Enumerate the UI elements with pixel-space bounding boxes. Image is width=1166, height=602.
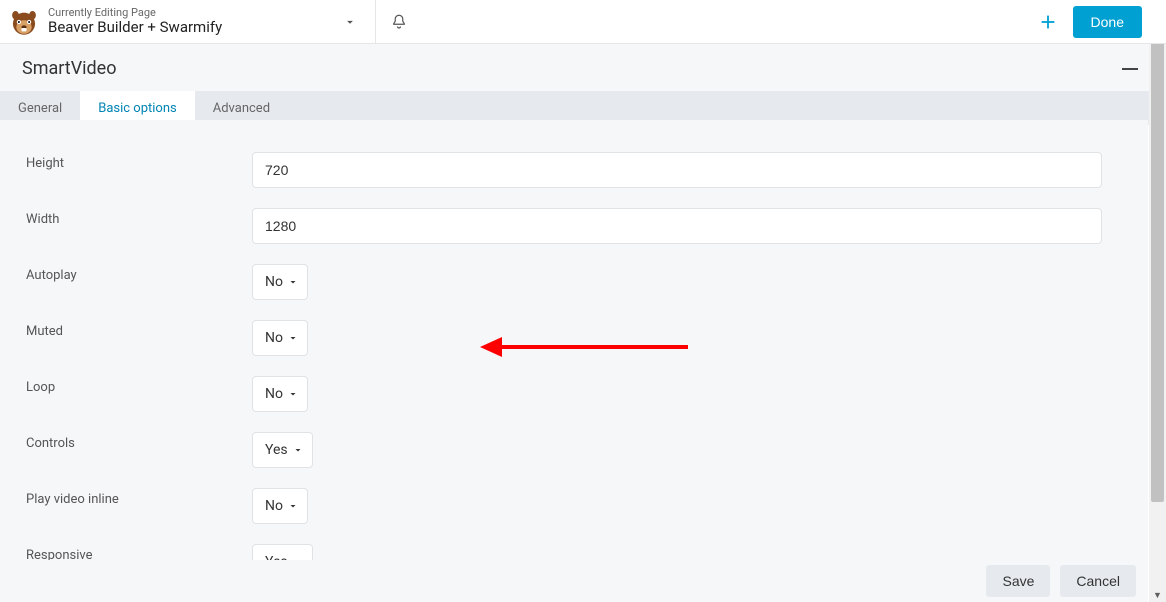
editing-text: Currently Editing Page Beaver Builder + … [48, 7, 222, 37]
page-selector[interactable]: Currently Editing Page Beaver Builder + … [0, 0, 376, 43]
chevron-down-icon [292, 444, 304, 456]
autoplay-value: No [265, 274, 283, 290]
collapse-button[interactable] [1116, 62, 1144, 76]
scroll-thumb[interactable] [1151, 14, 1164, 502]
width-label: Width [0, 208, 252, 227]
row-responsive: Responsive Yes [0, 534, 1148, 560]
row-autoplay: Autoplay No [0, 254, 1148, 310]
autoplay-label: Autoplay [0, 264, 252, 283]
loop-label: Loop [0, 376, 252, 395]
page-title: Beaver Builder + Swarmify [48, 19, 222, 36]
save-button[interactable]: Save [986, 565, 1050, 597]
controls-label: Controls [0, 432, 252, 451]
done-button[interactable]: Done [1073, 6, 1142, 38]
row-play-inline: Play video inline No [0, 478, 1148, 534]
height-input[interactable] [252, 152, 1102, 188]
muted-label: Muted [0, 320, 252, 339]
controls-value: Yes [265, 442, 288, 458]
footer: Save Cancel [0, 560, 1148, 602]
chevron-down-icon [287, 500, 299, 512]
minus-icon [1122, 68, 1138, 70]
chevron-down-icon [287, 388, 299, 400]
autoplay-select[interactable]: No [252, 264, 308, 300]
loop-value: No [265, 386, 283, 402]
panel-header: SmartVideo [0, 44, 1166, 91]
muted-value: No [265, 330, 283, 346]
chevron-down-icon [287, 276, 299, 288]
inline-value: No [265, 498, 283, 514]
row-controls: Controls Yes [0, 422, 1148, 478]
responsive-select[interactable]: Yes [252, 544, 313, 560]
loop-select[interactable]: No [252, 376, 308, 412]
top-bar: Currently Editing Page Beaver Builder + … [0, 0, 1166, 44]
responsive-label: Responsive [0, 544, 252, 560]
cancel-button[interactable]: Cancel [1060, 565, 1136, 597]
chevron-down-icon [287, 332, 299, 344]
row-width: Width [0, 198, 1148, 254]
plus-icon [1037, 11, 1059, 33]
add-button[interactable] [1035, 9, 1061, 35]
notifications-button[interactable] [376, 0, 422, 43]
height-label: Height [0, 152, 252, 171]
action-buttons: Done [1035, 6, 1166, 38]
scrollbar[interactable]: ▲ ▼ [1149, 0, 1166, 602]
controls-select[interactable]: Yes [252, 432, 313, 468]
bell-icon [390, 13, 408, 31]
panel-title: SmartVideo [22, 58, 117, 79]
chevron-down-icon [343, 15, 357, 29]
muted-select[interactable]: No [252, 320, 308, 356]
beaver-icon [6, 4, 42, 40]
row-loop: Loop No [0, 366, 1148, 422]
row-muted: Muted No [0, 310, 1148, 366]
form-body: Height Width Autoplay No Muted No Loop N… [0, 120, 1148, 560]
width-input[interactable] [252, 208, 1102, 244]
inline-label: Play video inline [0, 488, 252, 507]
scroll-down-icon: ▼ [1149, 588, 1166, 602]
inline-select[interactable]: No [252, 488, 308, 524]
row-height: Height [0, 142, 1148, 198]
